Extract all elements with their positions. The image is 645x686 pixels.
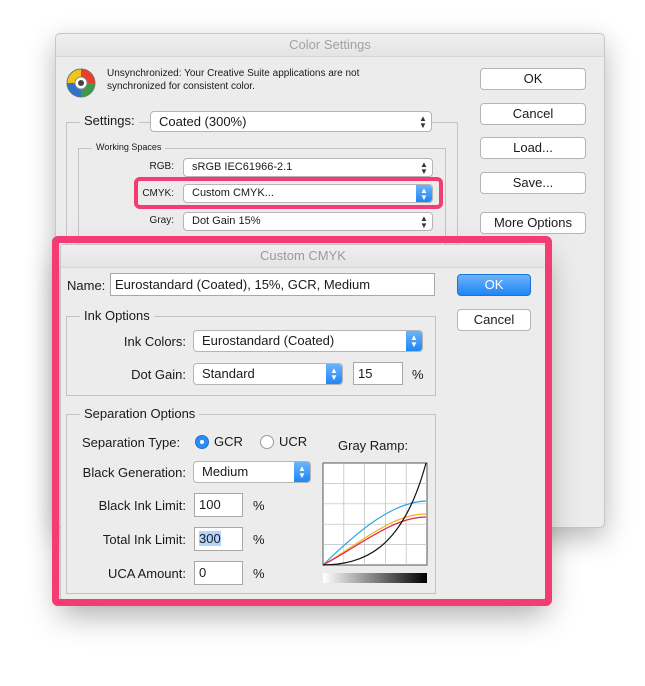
black-ink-limit-field[interactable]: 100 (194, 493, 243, 517)
color-settings-title: Color Settings (56, 34, 604, 57)
total-ink-limit-selection: 300 (199, 531, 221, 546)
cmyk-popup[interactable]: Custom CMYK... ▲ ▼ (183, 184, 433, 203)
gcr-radio[interactable] (195, 435, 209, 449)
black-generation-label: Black Generation: (82, 465, 186, 480)
ink-colors-value: Eurostandard (Coated) (202, 333, 335, 348)
cmyk-popup-value: Custom CMYK... (192, 187, 274, 199)
chevron-updown-icon: ▲ ▼ (294, 462, 310, 482)
dot-gain-amount-field[interactable]: 15 (353, 362, 403, 385)
gray-ramp-graph (322, 462, 428, 583)
dot-gain-percent: % (412, 367, 424, 382)
settings-popup[interactable]: Coated (300%) ▲ ▼ (150, 111, 432, 132)
color-wheel-icon (66, 68, 96, 98)
gray-ramp-bar (323, 573, 427, 583)
black-generation-value: Medium (202, 464, 249, 479)
total-ink-limit-field[interactable]: 300 (194, 527, 243, 551)
custom-ok-button[interactable]: OK (457, 274, 531, 296)
gray-ramp-label: Gray Ramp: (338, 438, 409, 453)
black-generation-popup[interactable]: Medium ▲ ▼ (193, 461, 311, 483)
separation-options-title: Separation Options (80, 406, 200, 421)
ok-button[interactable]: OK (480, 68, 586, 90)
ucr-label: UCR (279, 434, 308, 449)
dot-gain-label: Dot Gain: (131, 367, 186, 382)
gray-popup[interactable]: Dot Gain 15% ▲ ▼ (183, 212, 433, 231)
more-options-button[interactable]: More Options (480, 212, 586, 234)
ink-colors-label: Ink Colors: (123, 334, 186, 349)
uca-amount-label: UCA Amount: (107, 566, 186, 581)
settings-popup-value: Coated (300%) (159, 114, 247, 129)
chevron-updown-icon: ▲ ▼ (420, 213, 428, 230)
save-button[interactable]: Save... (480, 172, 586, 194)
uca-amount-percent: % (253, 566, 265, 581)
ink-colors-popup[interactable]: Eurostandard (Coated) ▲ ▼ (193, 330, 423, 352)
cmyk-label: CMYK: (142, 188, 174, 199)
total-ink-limit-percent: % (253, 532, 265, 547)
rgb-popup-value: sRGB IEC61966-2.1 (192, 161, 293, 173)
working-spaces-label: Working Spaces (92, 142, 166, 152)
chevron-updown-icon: ▲ ▼ (416, 185, 432, 202)
separation-type-label: Separation Type: (82, 435, 181, 450)
name-field[interactable]: Eurostandard (Coated), 15%, GCR, Medium (110, 273, 435, 296)
black-ink-limit-label: Black Ink Limit: (98, 498, 186, 513)
chevron-updown-icon: ▲ ▼ (419, 113, 427, 130)
load-button[interactable]: Load... (480, 137, 586, 159)
settings-label: Settings: (80, 113, 139, 128)
ink-options-title: Ink Options (80, 308, 154, 323)
gcr-label: GCR (214, 434, 243, 449)
rgb-popup[interactable]: sRGB IEC61966-2.1 ▲ ▼ (183, 158, 433, 177)
name-label: Name: (67, 278, 106, 293)
chevron-updown-icon: ▲ ▼ (326, 364, 342, 384)
gray-popup-value: Dot Gain 15% (192, 215, 261, 227)
custom-cancel-button[interactable]: Cancel (457, 309, 531, 331)
rgb-label: RGB: (149, 161, 174, 172)
gray-label: Gray: (149, 215, 174, 226)
chevron-updown-icon: ▲ ▼ (420, 159, 428, 176)
chevron-updown-icon: ▲ ▼ (406, 331, 422, 351)
ucr-radio[interactable] (260, 435, 274, 449)
dot-gain-popup[interactable]: Standard ▲ ▼ (193, 363, 343, 385)
cancel-button[interactable]: Cancel (480, 103, 586, 125)
total-ink-limit-label: Total Ink Limit: (102, 532, 186, 547)
unsynchronized-message: Unsynchronized: Your Creative Suite appl… (107, 68, 360, 92)
dot-gain-value: Standard (202, 366, 255, 381)
uca-amount-field[interactable]: 0 (194, 561, 243, 585)
black-ink-limit-percent: % (253, 498, 265, 513)
